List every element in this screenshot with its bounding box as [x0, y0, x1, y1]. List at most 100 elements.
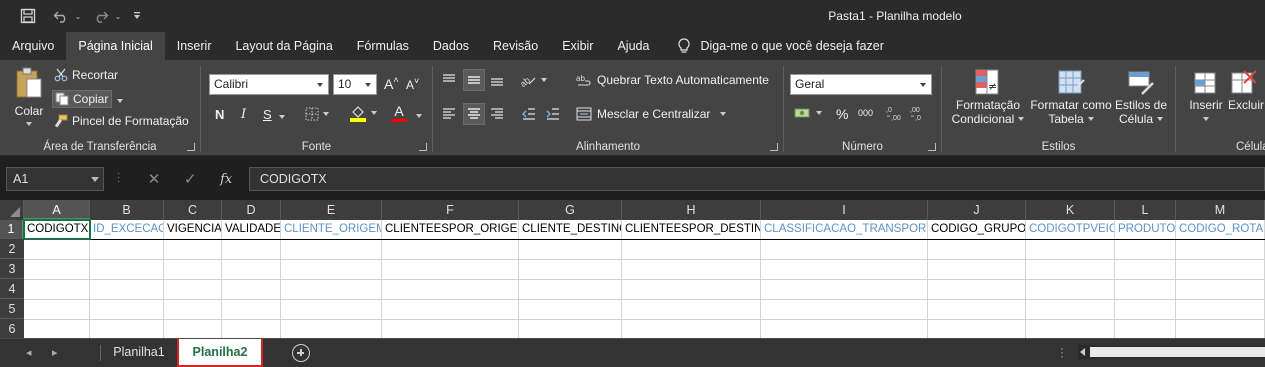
tab-ajuda[interactable]: Ajuda — [605, 32, 661, 60]
tab-revisao[interactable]: Revisão — [481, 32, 550, 60]
align-top-button[interactable] — [441, 72, 457, 88]
format-as-table-button[interactable]: Formatar como Tabela — [1028, 68, 1114, 126]
sheet-tab-planilha1[interactable]: Planilha1 — [101, 339, 177, 367]
tab-dados[interactable]: Dados — [421, 32, 481, 60]
column-header-i[interactable]: I — [761, 200, 928, 220]
column-header-f[interactable]: F — [382, 200, 519, 220]
orientation-dropdown-icon[interactable] — [541, 78, 547, 82]
row-header-3[interactable]: 3 — [0, 260, 24, 279]
undo-dropdown-icon[interactable]: ⌄ — [72, 2, 84, 30]
cell-e1[interactable]: CLIENTE_ORIGEM — [281, 220, 381, 239]
align-middle-button[interactable] — [463, 69, 485, 91]
tab-split-handle[interactable]: · · · — [1060, 342, 1064, 362]
column-header-b[interactable]: B — [90, 200, 164, 220]
tab-pagina-inicial[interactable]: Página Inicial — [66, 32, 165, 60]
fill-color-button[interactable] — [349, 104, 377, 122]
conditional-formatting-button[interactable]: ≠ Formatação Condicional — [946, 68, 1030, 126]
cell-h1[interactable]: CLIENTEESPOR_DESTINO — [622, 220, 760, 239]
formula-bar-resize-handle[interactable]: · · · — [117, 169, 121, 187]
cell-d1[interactable]: VALIDADE — [222, 220, 280, 239]
align-right-button[interactable] — [489, 106, 505, 122]
row-header-4[interactable]: 4 — [0, 280, 24, 299]
format-as-table-dropdown-icon[interactable] — [1087, 117, 1094, 121]
cell-a1[interactable]: CODIGOTX — [23, 219, 91, 240]
row-header-6[interactable]: 6 — [0, 320, 24, 338]
align-center-button[interactable] — [463, 103, 485, 125]
currency-button[interactable] — [794, 106, 822, 120]
select-all-button[interactable] — [0, 200, 24, 220]
borders-button[interactable] — [305, 107, 329, 121]
font-family-select[interactable]: Calibri — [209, 74, 329, 95]
fill-color-dropdown-icon[interactable] — [371, 111, 377, 115]
align-left-button[interactable] — [441, 106, 457, 122]
merge-dropdown-icon[interactable] — [720, 112, 727, 116]
cell-b1[interactable]: ID_EXCECAO — [90, 220, 163, 239]
paste-button[interactable]: Colar — [10, 66, 48, 136]
redo-dropdown-icon[interactable]: ⌄ — [112, 2, 124, 30]
tab-exibir[interactable]: Exibir — [550, 32, 605, 60]
save-icon[interactable] — [14, 2, 42, 30]
cell-styles-button[interactable]: Estilos de Célula — [1112, 68, 1170, 126]
cell-c1[interactable]: VIGENCIA — [164, 220, 221, 239]
font-color-dropdown-icon[interactable] — [416, 114, 422, 118]
row-header-2[interactable]: 2 — [0, 240, 24, 259]
cell-f1[interactable]: CLIENTEESPOR_ORIGEM — [382, 220, 518, 239]
enter-check-icon[interactable]: ✓ — [184, 170, 197, 188]
column-header-h[interactable]: H — [622, 200, 761, 220]
decrease-indent-button[interactable] — [521, 106, 537, 122]
cell-styles-dropdown-icon[interactable] — [1157, 117, 1164, 121]
font-family-dropdown-icon[interactable] — [312, 75, 328, 94]
number-launcher-icon[interactable] — [928, 143, 936, 151]
cell-m1[interactable]: CODIGO_ROTA — [1176, 220, 1264, 239]
cell-l1[interactable]: PRODUTO — [1115, 220, 1175, 239]
scroll-left-arrow-icon[interactable] — [1080, 348, 1085, 356]
number-format-dropdown-icon[interactable] — [915, 75, 931, 94]
percent-button[interactable]: % — [836, 106, 848, 122]
decrease-font-button[interactable]: A ˅ — [406, 76, 419, 94]
cell-i1[interactable]: CLASSIFICACAO_TRANSPORTE — [761, 220, 927, 239]
column-header-k[interactable]: K — [1026, 200, 1115, 220]
row-header-1[interactable]: 1 — [0, 220, 24, 239]
name-box[interactable]: A1 — [6, 167, 104, 191]
format-painter-button[interactable]: Pincel de Formatação — [54, 114, 189, 128]
copy-button[interactable]: Copiar — [52, 90, 113, 108]
font-size-dropdown-icon[interactable] — [360, 75, 376, 94]
font-color-button[interactable]: A — [391, 104, 407, 122]
insert-function-icon[interactable]: fx — [220, 172, 232, 187]
cut-button[interactable]: Recortar — [54, 68, 118, 82]
clipboard-launcher-icon[interactable] — [187, 143, 195, 151]
merge-center-button[interactable]: Mesclar e Centralizar — [576, 107, 727, 121]
paste-dropdown-icon[interactable] — [26, 122, 32, 126]
alignment-launcher-icon[interactable] — [770, 143, 778, 151]
increase-indent-button[interactable] — [545, 106, 561, 122]
row-header-5[interactable]: 5 — [0, 300, 24, 319]
conditional-formatting-dropdown-icon[interactable] — [1018, 117, 1025, 121]
add-sheet-icon[interactable] — [292, 344, 310, 362]
font-launcher-icon[interactable] — [419, 143, 427, 151]
cancel-icon[interactable]: ✕ — [148, 170, 161, 188]
sheet-tab-planilha2[interactable]: Planilha2 — [177, 339, 263, 367]
tab-formulas[interactable]: Fórmulas — [345, 32, 421, 60]
italic-button[interactable]: I — [241, 107, 246, 122]
orientation-button[interactable]: ab — [519, 72, 547, 88]
scrollbar-thumb[interactable] — [1090, 347, 1265, 357]
insert-cells-button[interactable]: Inserir — [1186, 68, 1226, 121]
column-header-g[interactable]: G — [519, 200, 622, 220]
cell-j1[interactable]: CODIGO_GRUPO — [928, 220, 1025, 239]
redo-icon[interactable] — [90, 2, 112, 30]
underline-button[interactable]: S — [263, 107, 272, 122]
number-format-select[interactable]: Geral — [790, 74, 932, 95]
increase-font-button[interactable]: A ˄ — [384, 75, 399, 93]
borders-dropdown-icon[interactable] — [323, 112, 329, 116]
column-header-c[interactable]: C — [164, 200, 222, 220]
undo-icon[interactable] — [50, 2, 72, 30]
tab-arquivo[interactable]: Arquivo — [0, 32, 66, 60]
bold-button[interactable]: N — [215, 107, 224, 122]
cell-k1[interactable]: CODIGOTPVEIC — [1026, 220, 1114, 239]
column-header-m[interactable]: M — [1176, 200, 1265, 220]
align-bottom-button[interactable] — [489, 72, 505, 88]
cell-g1[interactable]: CLIENTE_DESTINO — [519, 220, 621, 239]
wrap-text-button[interactable]: ab Quebrar Texto Automaticamente — [576, 72, 769, 88]
thousands-button[interactable]: 000 — [858, 108, 873, 118]
tab-inserir[interactable]: Inserir — [165, 32, 224, 60]
